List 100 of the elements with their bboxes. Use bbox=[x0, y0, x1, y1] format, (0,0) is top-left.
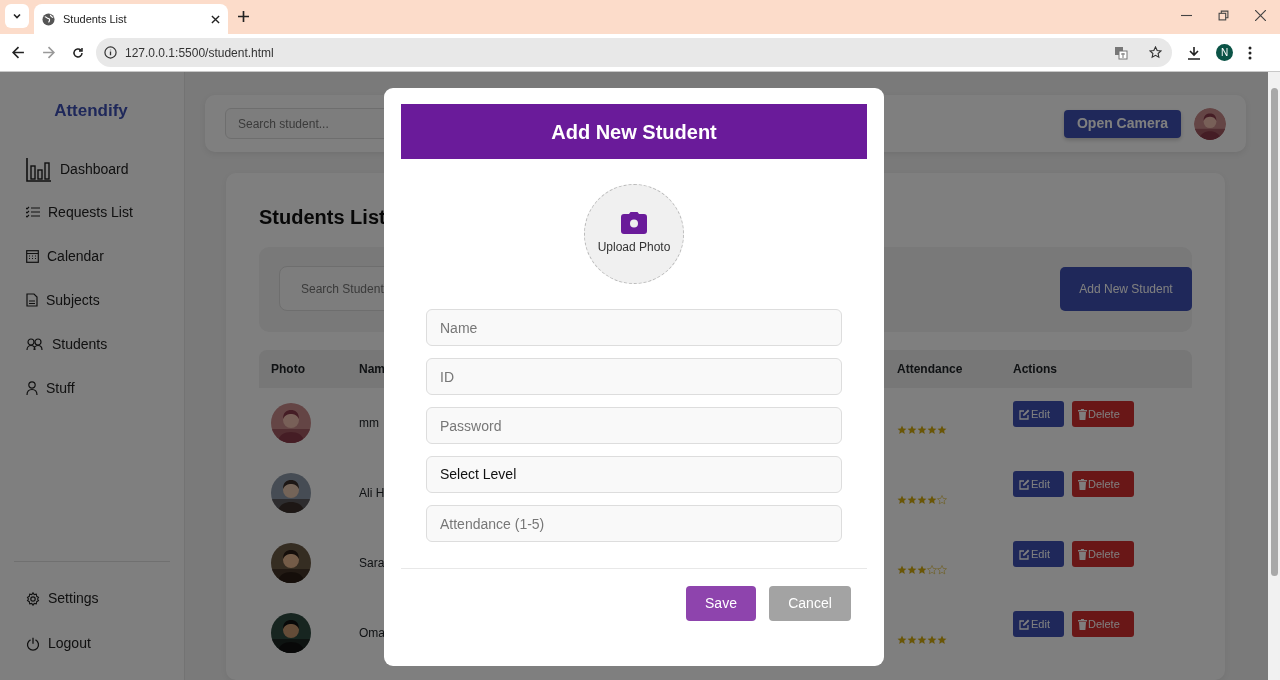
tab-list-button[interactable] bbox=[5, 4, 29, 28]
text-field[interactable]: Password bbox=[426, 407, 842, 444]
student-name: Ali H bbox=[359, 486, 385, 500]
star-icon bbox=[927, 495, 937, 505]
save-button[interactable]: Save bbox=[686, 586, 756, 621]
student-name: mm bbox=[359, 416, 379, 430]
chevron-down-icon bbox=[12, 11, 22, 21]
star-icon bbox=[897, 425, 907, 435]
cancel-button[interactable]: Cancel bbox=[769, 586, 851, 621]
edit-button[interactable]: Edit bbox=[1013, 401, 1064, 427]
trash-icon bbox=[1078, 408, 1087, 420]
sidebar-item[interactable]: Stuff bbox=[26, 377, 75, 399]
star-icon bbox=[937, 495, 947, 505]
sidebar-item[interactable]: Students bbox=[26, 333, 108, 355]
bookmark-button[interactable] bbox=[1149, 46, 1162, 59]
text-field[interactable]: Attendance (1-5) bbox=[426, 505, 842, 542]
profile-button[interactable]: N bbox=[1216, 44, 1233, 61]
download-icon bbox=[1187, 45, 1201, 60]
column-header: Actions bbox=[1013, 362, 1057, 376]
sidebar-item[interactable]: Subjects bbox=[26, 289, 100, 311]
plus-icon bbox=[238, 11, 249, 22]
edit-icon bbox=[1019, 408, 1030, 420]
edit-button[interactable]: Edit bbox=[1013, 611, 1064, 637]
people-icon bbox=[26, 338, 44, 350]
star-icon bbox=[917, 635, 927, 645]
translate-button[interactable] bbox=[1114, 45, 1128, 60]
trash-icon bbox=[1078, 548, 1087, 560]
power-icon bbox=[26, 636, 40, 651]
delete-button[interactable]: Delete bbox=[1072, 471, 1134, 497]
globe-icon bbox=[42, 12, 55, 26]
star-icon bbox=[907, 425, 917, 435]
page-title: Students List bbox=[259, 205, 386, 229]
open-camera-button[interactable]: Open Camera bbox=[1063, 109, 1181, 138]
column-header: Photo bbox=[271, 362, 305, 376]
person-icon bbox=[26, 381, 38, 395]
edit-icon bbox=[1019, 478, 1030, 490]
star-icon bbox=[897, 635, 907, 645]
delete-button[interactable]: Delete bbox=[1072, 611, 1134, 637]
upload-photo-button[interactable]: Upload Photo bbox=[584, 184, 684, 284]
star-icon bbox=[907, 635, 917, 645]
edit-icon bbox=[1019, 548, 1030, 560]
close-icon bbox=[1255, 10, 1266, 21]
star-icon bbox=[937, 425, 947, 435]
column-header: Nam bbox=[359, 362, 385, 376]
star-icon bbox=[917, 565, 927, 575]
sidebar-item[interactable]: Settings bbox=[26, 588, 99, 609]
close-tab-button[interactable] bbox=[211, 14, 220, 24]
camera-icon bbox=[621, 212, 647, 234]
star-icon bbox=[897, 495, 907, 505]
document-icon bbox=[26, 293, 38, 307]
scrollbar[interactable] bbox=[1268, 72, 1280, 680]
sidebar-item[interactable]: Calendar bbox=[26, 245, 104, 267]
close-icon bbox=[211, 14, 220, 24]
text-field[interactable]: Name bbox=[426, 309, 842, 346]
column-header: Attendance bbox=[897, 362, 963, 376]
kebab-menu-icon bbox=[1248, 45, 1252, 60]
sidebar-item[interactable]: Requests List bbox=[26, 201, 133, 223]
delete-button[interactable]: Delete bbox=[1072, 541, 1134, 567]
back-button[interactable] bbox=[12, 46, 25, 59]
trash-icon bbox=[1078, 618, 1087, 630]
star-icon bbox=[917, 425, 927, 435]
edit-button[interactable]: Edit bbox=[1013, 471, 1064, 497]
student-name: Oma bbox=[359, 626, 385, 640]
star-icon bbox=[937, 565, 947, 575]
checklist-icon bbox=[26, 206, 40, 218]
star-icon bbox=[927, 565, 937, 575]
logo: Attendify bbox=[54, 100, 129, 122]
level-select[interactable]: Select Level bbox=[426, 456, 842, 493]
trash-icon bbox=[1078, 478, 1087, 490]
star-icon bbox=[897, 565, 907, 575]
star-icon bbox=[907, 495, 917, 505]
modal-title: Add New Student bbox=[401, 104, 867, 159]
restore-icon bbox=[1218, 10, 1229, 21]
back-arrow-icon bbox=[12, 46, 25, 59]
info-icon bbox=[104, 46, 117, 59]
reload-button[interactable] bbox=[72, 46, 84, 59]
edit-button[interactable]: Edit bbox=[1013, 541, 1064, 567]
new-tab-button[interactable] bbox=[238, 11, 249, 22]
settings-icon bbox=[26, 591, 40, 606]
edit-icon bbox=[1019, 618, 1030, 630]
downloads-button[interactable] bbox=[1187, 45, 1201, 60]
bar-chart-icon bbox=[26, 157, 52, 182]
reload-icon bbox=[72, 46, 84, 59]
close-window-button[interactable] bbox=[1255, 10, 1266, 21]
tab-title: Students List bbox=[63, 11, 128, 27]
menu-button[interactable] bbox=[1248, 45, 1252, 60]
add-student-button[interactable]: Add New Student bbox=[1060, 266, 1192, 311]
translate-icon bbox=[1114, 45, 1128, 60]
sidebar-item[interactable]: Logout bbox=[26, 633, 91, 654]
forward-arrow-icon bbox=[42, 46, 55, 59]
calendar-icon bbox=[26, 249, 39, 263]
star-icon bbox=[927, 425, 937, 435]
text-field[interactable]: ID bbox=[426, 358, 842, 395]
delete-button[interactable]: Delete bbox=[1072, 401, 1134, 427]
address-bar[interactable]: 127.0.0.1:5500/student.html bbox=[96, 38, 1172, 67]
browser-tab[interactable]: Students List bbox=[34, 4, 228, 34]
star-icon bbox=[937, 635, 947, 645]
restore-button[interactable] bbox=[1218, 10, 1229, 21]
url-text: 127.0.0.1:5500/student.html bbox=[125, 44, 275, 62]
sidebar-item[interactable]: Dashboard bbox=[26, 157, 129, 182]
